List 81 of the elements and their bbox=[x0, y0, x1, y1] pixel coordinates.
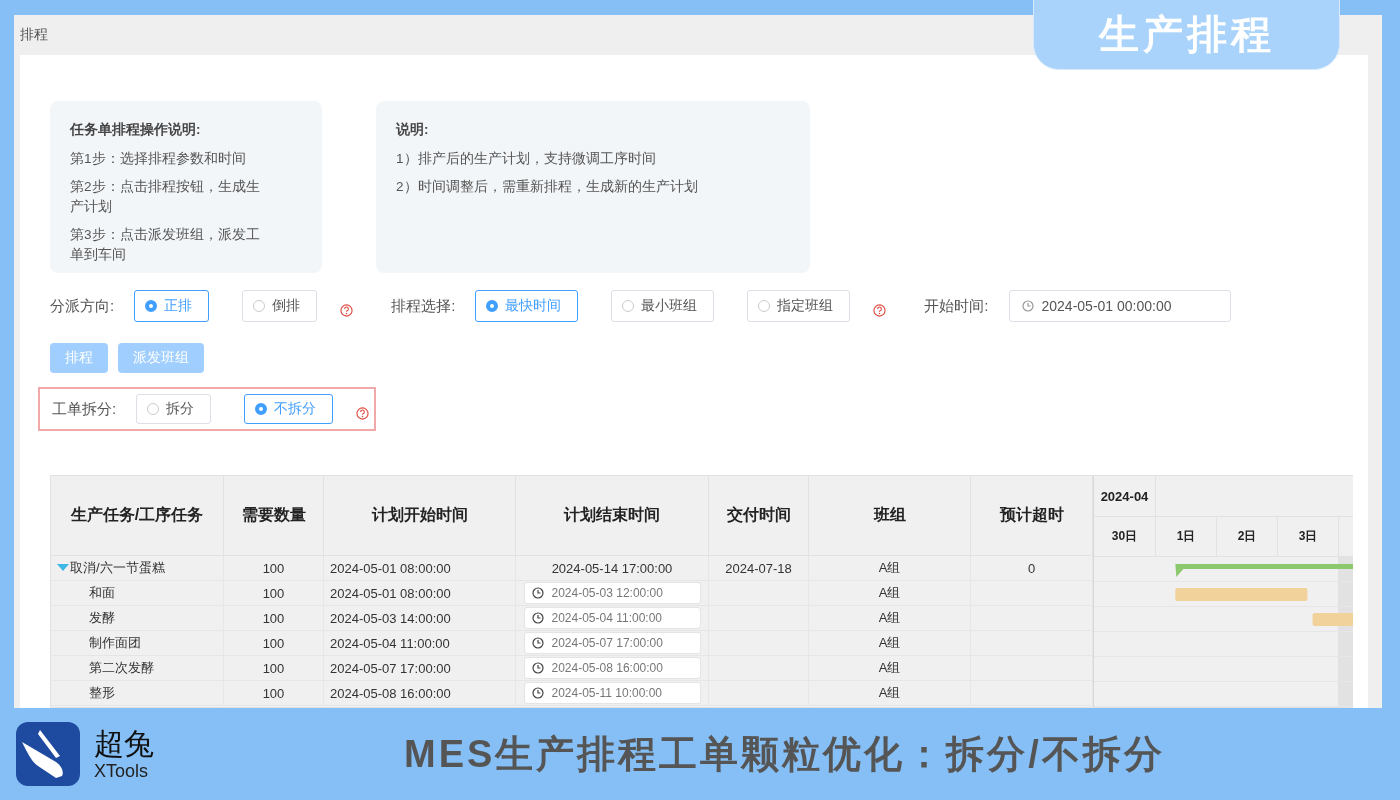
note-line: 第3步：点击派发班组，派发工单到车间 bbox=[70, 226, 261, 264]
table-cell: 2024-05-03 14:00:00 bbox=[324, 606, 516, 631]
field-label: 开始时间: bbox=[924, 296, 989, 316]
task-cell: 和面 bbox=[51, 581, 224, 606]
column-header: 生产任务/工序任务 bbox=[51, 476, 224, 556]
clock-icon bbox=[531, 587, 544, 599]
clock-icon bbox=[531, 687, 544, 699]
gantt-month: 2024-04 bbox=[1094, 476, 1156, 516]
gantt-day: 1日 bbox=[1156, 517, 1217, 556]
table-cell: 2024-05-07 17:00:00 bbox=[324, 656, 516, 681]
help-icon[interactable] bbox=[356, 406, 370, 420]
clock-icon bbox=[531, 662, 544, 674]
table-cell: 2024-05-01 08:00:00 bbox=[324, 556, 516, 581]
radio-option[interactable]: 指定班组 bbox=[747, 290, 851, 322]
table-cell: 100 bbox=[224, 681, 324, 706]
note-line: 1）排产后的生产计划，支持微调工序时间 bbox=[396, 150, 657, 168]
table-cell: A组 bbox=[809, 556, 971, 581]
radio-option[interactable]: 正排 bbox=[134, 290, 210, 322]
table-cell: A组 bbox=[809, 631, 971, 656]
note-line: 2）时间调整后，需重新排程，生成新的生产计划 bbox=[396, 178, 699, 196]
summary-bar[interactable] bbox=[1175, 564, 1353, 577]
note-title: 说明: bbox=[396, 121, 430, 139]
radio-option[interactable]: 最快时间 bbox=[475, 290, 579, 322]
end-time-field[interactable]: 2024-05-04 11:00:00 bbox=[523, 607, 701, 629]
field-label: 分派方向: bbox=[50, 296, 115, 316]
radio-option[interactable]: 最小班组 bbox=[611, 290, 715, 322]
note-title: 任务单排程操作说明: bbox=[70, 121, 202, 139]
field-label: 排程选择: bbox=[391, 296, 456, 316]
task-cell: 制作面团 bbox=[51, 631, 224, 656]
column-header: 交付时间 bbox=[709, 476, 809, 556]
table-cell: A组 bbox=[809, 656, 971, 681]
end-time-field[interactable]: 2024-05-07 17:00:00 bbox=[523, 632, 701, 654]
column-header: 计划结束时间 bbox=[516, 476, 709, 556]
table-cell: 2024-05-08 16:00:00 bbox=[324, 681, 516, 706]
table-cell: 100 bbox=[224, 581, 324, 606]
end-time-field[interactable]: 2024-05-08 16:00:00 bbox=[523, 657, 701, 679]
table-cell: 2024-05-14 17:00:00 bbox=[516, 556, 709, 581]
expand-triangle-icon[interactable] bbox=[57, 564, 69, 572]
table-cell: 100 bbox=[224, 631, 324, 656]
table-cell: A组 bbox=[809, 581, 971, 606]
page-title: 排程 bbox=[20, 26, 48, 44]
help-icon[interactable] bbox=[873, 303, 887, 317]
title-banner: 生产排程 bbox=[1033, 0, 1340, 70]
radio-option[interactable]: 不拆分 bbox=[244, 394, 334, 424]
table-cell: 2024-05-01 08:00:00 bbox=[324, 581, 516, 606]
gantt-day: 2日 bbox=[1217, 517, 1278, 556]
table-cell: 2024-05-04 11:00:00 bbox=[324, 631, 516, 656]
clock-icon bbox=[1021, 300, 1034, 312]
logo-icon bbox=[16, 722, 80, 786]
radio-option[interactable]: 拆分 bbox=[136, 394, 212, 424]
note-line: 第1步：选择排程参数和时间 bbox=[70, 150, 247, 168]
end-time-field[interactable]: 2024-05-03 12:00:00 bbox=[523, 582, 701, 604]
help-icon[interactable] bbox=[340, 303, 354, 317]
table-cell: 2024-07-18 bbox=[709, 556, 809, 581]
task-bar[interactable] bbox=[1312, 613, 1353, 626]
radio-option[interactable]: 倒排 bbox=[242, 290, 318, 322]
end-time-field[interactable]: 2024-05-11 10:00:00 bbox=[523, 682, 701, 704]
column-header: 需要数量 bbox=[224, 476, 324, 556]
field-label: 工单拆分: bbox=[52, 399, 117, 419]
gantt-day: 30日 bbox=[1094, 517, 1156, 556]
column-header: 班组 bbox=[809, 476, 971, 556]
table-cell: A组 bbox=[809, 681, 971, 706]
brand-subtitle: XTools bbox=[94, 760, 150, 782]
column-header: 计划开始时间 bbox=[324, 476, 516, 556]
task-cell: 发酵 bbox=[51, 606, 224, 631]
clock-icon bbox=[531, 637, 544, 649]
table-cell: A组 bbox=[809, 606, 971, 631]
column-header: 预计超时 bbox=[971, 476, 1093, 556]
task-cell: 取消/六一节蛋糕 bbox=[51, 556, 224, 581]
brand-name: 超兔 bbox=[94, 726, 155, 761]
start-time-field[interactable]: 2024-05-01 00:00:00 bbox=[1008, 290, 1231, 322]
caption-title: MES生产排程工单颗粒优化：拆分/不拆分 bbox=[404, 731, 1165, 777]
table-cell: 100 bbox=[224, 556, 324, 581]
task-cell: 第二次发酵 bbox=[51, 656, 224, 681]
task-cell: 整形 bbox=[51, 681, 224, 706]
table-cell: 0 bbox=[971, 556, 1093, 581]
table-cell: 100 bbox=[224, 656, 324, 681]
note-line: 第2步：点击排程按钮，生成生产计划 bbox=[70, 178, 261, 216]
gantt-day: 3日 bbox=[1278, 517, 1339, 556]
clock-icon bbox=[531, 612, 544, 624]
table-cell: 100 bbox=[224, 606, 324, 631]
